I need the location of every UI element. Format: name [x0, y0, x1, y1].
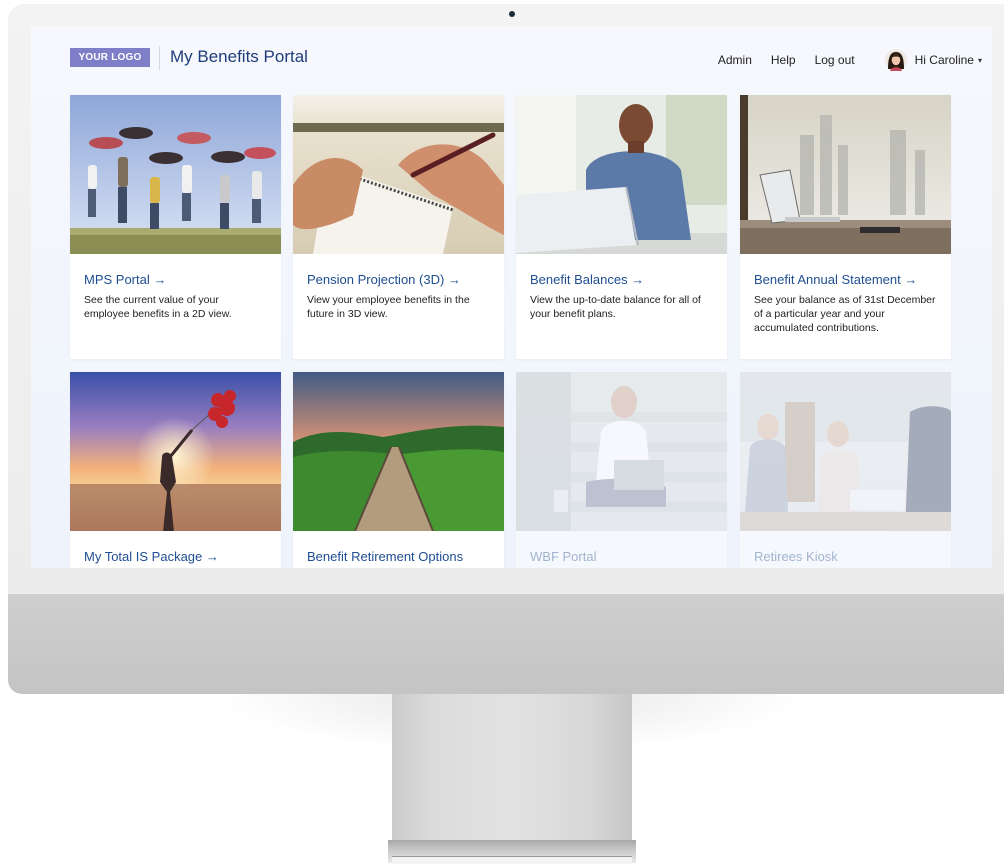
card-image-boardwalk: [293, 372, 504, 531]
nav-logout-link[interactable]: Log out: [815, 53, 855, 67]
monitor-stand: [392, 694, 632, 844]
card-image-man-laptop: [516, 95, 727, 254]
card-mps-portal[interactable]: MPS Portal → See the current value of yo…: [70, 95, 281, 359]
card-title: My Total IS Package →: [84, 549, 219, 564]
user-avatar-icon: [884, 49, 907, 71]
logo[interactable]: YOUR LOGO: [70, 48, 150, 67]
card-image-desk-city: [740, 95, 951, 254]
card-description: See your balance as of 31st December of …: [754, 294, 936, 334]
top-nav: Admin Help Log out Hi Caroline ▾: [699, 46, 982, 74]
logo-divider: [159, 46, 160, 70]
card-description: View your employee benefits in the futur…: [307, 294, 470, 320]
chevron-down-icon: ▾: [977, 55, 982, 65]
monitor-chin: [8, 594, 1004, 694]
card-title: WBF Portal: [530, 549, 597, 564]
card-benefit-balances[interactable]: Benefit Balances → View the up-to-date b…: [516, 95, 727, 359]
page-title: My Benefits Portal: [170, 47, 308, 66]
screen: YOUR LOGO My Benefits Portal Admin Help …: [31, 26, 992, 568]
card-description: View the up-to-date balance for all of y…: [530, 294, 701, 320]
card-benefit-annual-statement[interactable]: Benefit Annual Statement → See your bala…: [740, 95, 951, 359]
card-title: Benefit Retirement Options: [307, 549, 464, 564]
user-greeting: Hi Caroline: [914, 53, 974, 67]
card-title: Benefit Balances →: [530, 272, 645, 287]
card-image-couple-meeting: [740, 372, 951, 531]
card-title: Retirees Kiosk: [754, 549, 838, 564]
header: YOUR LOGO My Benefits Portal Admin Help …: [31, 26, 992, 94]
card-total-is-package[interactable]: My Total IS Package →: [70, 372, 281, 568]
card-retirees-kiosk[interactable]: Retirees Kiosk: [740, 372, 951, 568]
nav-admin-link[interactable]: Admin: [718, 53, 752, 67]
card-image-sunset-balloons: [70, 372, 281, 531]
card-title: MPS Portal →: [84, 272, 167, 287]
card-image-woman-stairs: [516, 372, 727, 531]
card-title: Benefit Annual Statement →: [754, 272, 918, 287]
card-description: See the current value of your employee b…: [84, 294, 232, 320]
card-image-jumping-umbrellas: [70, 95, 281, 254]
card-image-notebook-writing: [293, 95, 504, 254]
user-menu[interactable]: Hi Caroline ▾: [884, 49, 982, 71]
card-pension-projection[interactable]: Pension Projection (3D) → View your empl…: [293, 95, 504, 359]
camera-icon: [509, 11, 515, 17]
card-title: Pension Projection (3D) →: [307, 272, 461, 287]
card-wbf-portal[interactable]: WBF Portal: [516, 372, 727, 568]
nav-help-link[interactable]: Help: [771, 53, 796, 67]
card-benefit-retirement-options[interactable]: Benefit Retirement Options: [293, 372, 504, 568]
